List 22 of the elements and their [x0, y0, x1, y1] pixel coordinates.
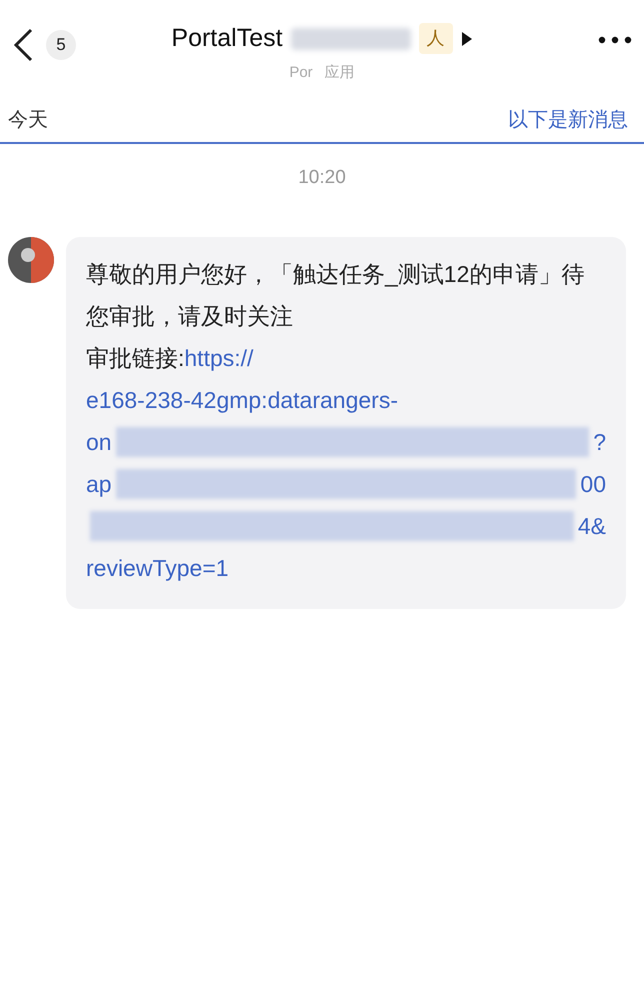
approval-link[interactable]: reviewType=1 — [86, 546, 229, 588]
play-icon[interactable] — [460, 30, 473, 47]
approval-link[interactable]: on — [86, 420, 112, 462]
chat-subtitle: Por — [289, 62, 313, 82]
chat-subtitle: 应用 — [324, 62, 355, 82]
member-badge: 人 — [418, 23, 453, 54]
approval-link[interactable]: e168-238-42gmp:datarangers- — [86, 378, 398, 420]
back-icon[interactable] — [12, 28, 34, 62]
avatar — [8, 236, 54, 282]
chat-title: PortalTest — [171, 23, 283, 54]
unread-count: 5 — [46, 30, 76, 60]
more-icon[interactable] — [598, 36, 632, 44]
new-messages-label: 以下是新消息 — [508, 108, 629, 133]
approval-link[interactable]: ? — [593, 420, 606, 462]
approval-link[interactable]: 4& — [578, 504, 606, 546]
message-text: 尊敬的用户您好，「触达任务_测试12的申请」待您审批，请及时关注 — [86, 260, 586, 330]
date-label: 今天 — [8, 108, 48, 133]
approval-link[interactable]: ap — [86, 462, 112, 504]
message-time: 10:20 — [298, 166, 346, 190]
link-label: 审批链接: — [86, 344, 184, 372]
approval-link[interactable]: https:// — [184, 336, 254, 378]
approval-link[interactable]: 00 — [580, 462, 606, 504]
